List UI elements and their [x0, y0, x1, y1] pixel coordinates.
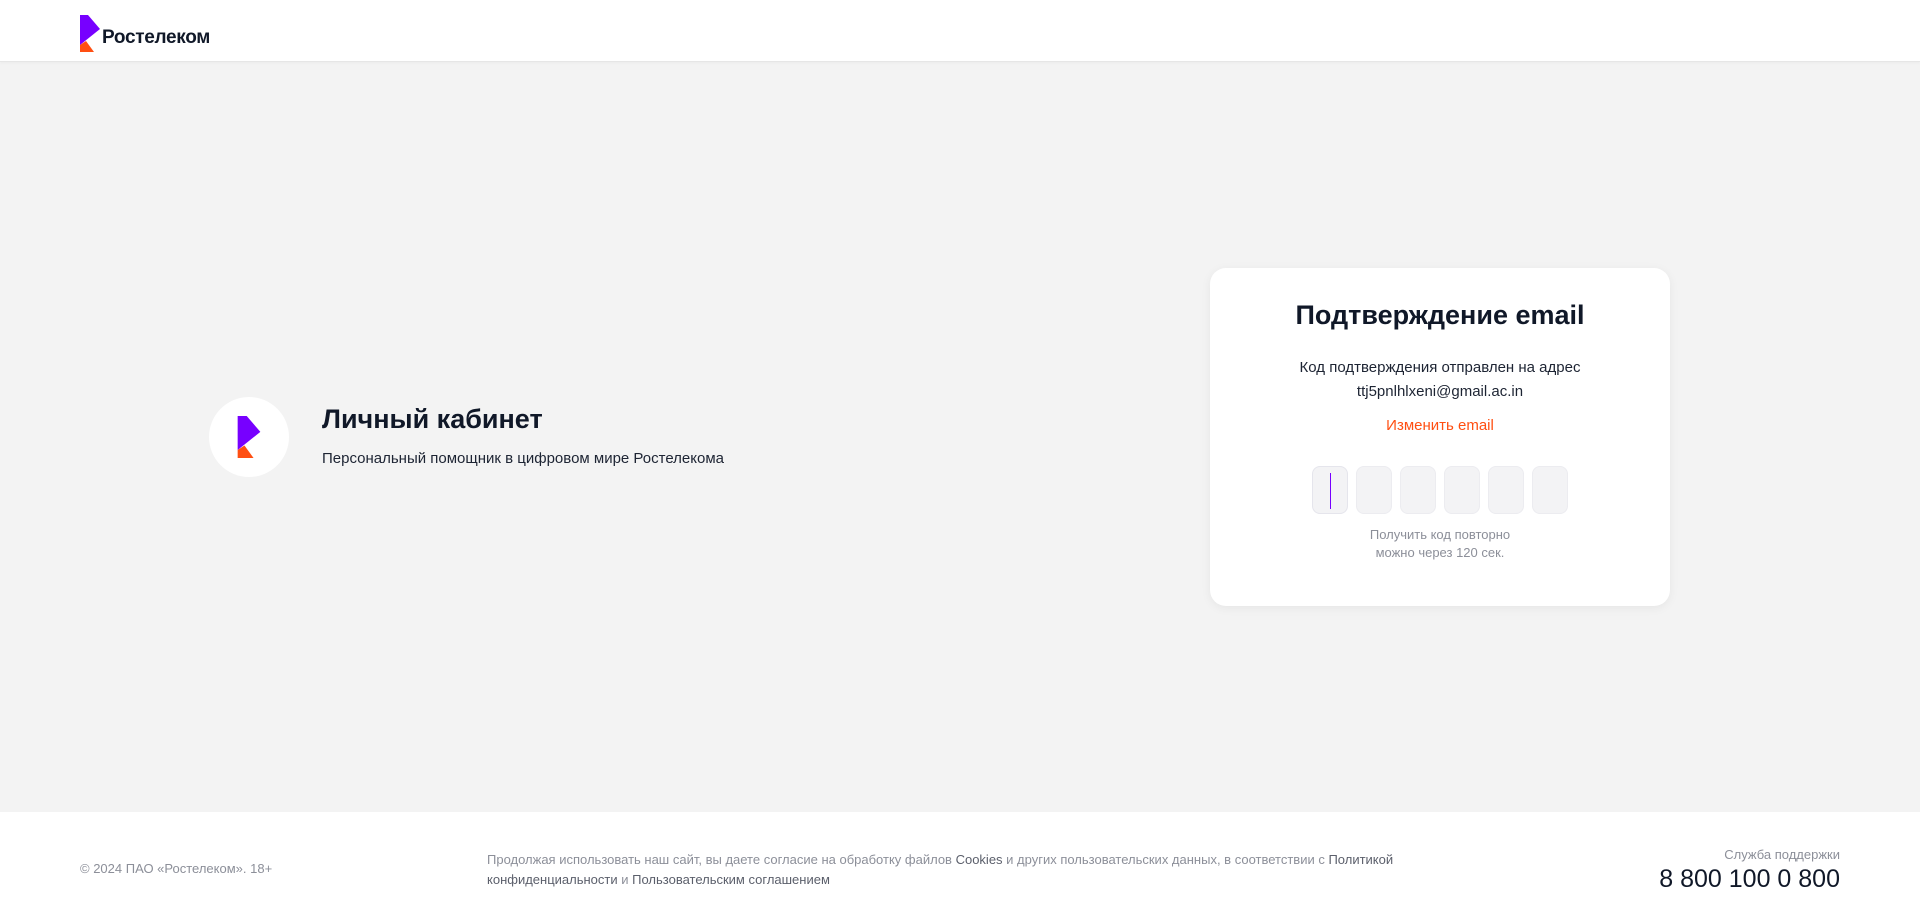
brand-name: Ростелеком	[102, 27, 211, 48]
rostelecom-logo-icon	[237, 416, 261, 458]
code-digit-input[interactable]	[1532, 466, 1568, 514]
site-footer: © 2024 ПАО «Ростелеком». 18+ Продолжая и…	[0, 812, 1920, 924]
confirmation-message: Код подтверждения отправлен на адрес ttj…	[1210, 356, 1670, 404]
change-email-link[interactable]: Изменить email	[1210, 417, 1670, 434]
code-digit-input[interactable]	[1312, 466, 1348, 514]
copyright-text: © 2024 ПАО «Ростелеком». 18+	[80, 861, 273, 876]
support-phone-link[interactable]: 8 800 100 0 800	[1659, 865, 1840, 894]
cookies-link[interactable]: Cookies	[956, 852, 1003, 867]
text-caret	[1330, 473, 1331, 509]
resend-countdown: можно через 120 сек.	[1375, 545, 1505, 560]
cookie-consent-text: Продолжая использовать наш сайт, вы дает…	[487, 850, 1427, 890]
brand-logo-link[interactable]: Ростелеком	[80, 14, 210, 52]
code-input-group	[1312, 466, 1568, 514]
confirmation-email-address: ttj5pnlhlxeni@gmail.ac.in	[1356, 383, 1524, 400]
code-digit-input[interactable]	[1488, 466, 1524, 514]
code-digit-input[interactable]	[1444, 466, 1480, 514]
consent-text: и других пользовательских данных, в соот…	[1002, 852, 1329, 867]
code-digit-input[interactable]	[1400, 466, 1436, 514]
hero-logo-badge	[209, 397, 289, 477]
email-confirmation-card: Подтверждение email Код подтверждения от…	[1210, 268, 1670, 606]
hero-title: Личный кабинет	[322, 404, 543, 434]
hero-subtitle: Персональный помощник в цифровом мире Ро…	[322, 450, 724, 467]
code-digit-input[interactable]	[1356, 466, 1392, 514]
support-label: Служба поддержки	[1724, 847, 1840, 862]
consent-text: и	[617, 872, 633, 887]
rostelecom-logo-icon	[80, 14, 100, 52]
site-header: Ростелеком	[0, 0, 1920, 62]
resend-line: Получить код повторно	[1369, 527, 1511, 542]
user-agreement-link[interactable]: Пользовательским соглашением	[632, 872, 830, 887]
consent-text: Продолжая использовать наш сайт, вы дает…	[487, 852, 956, 867]
card-title: Подтверждение email	[1295, 300, 1585, 330]
confirmation-message-line: Код подтверждения отправлен на адрес	[1299, 359, 1581, 376]
resend-code-timer: Получить код повторно можно через 120 се…	[1210, 526, 1670, 562]
